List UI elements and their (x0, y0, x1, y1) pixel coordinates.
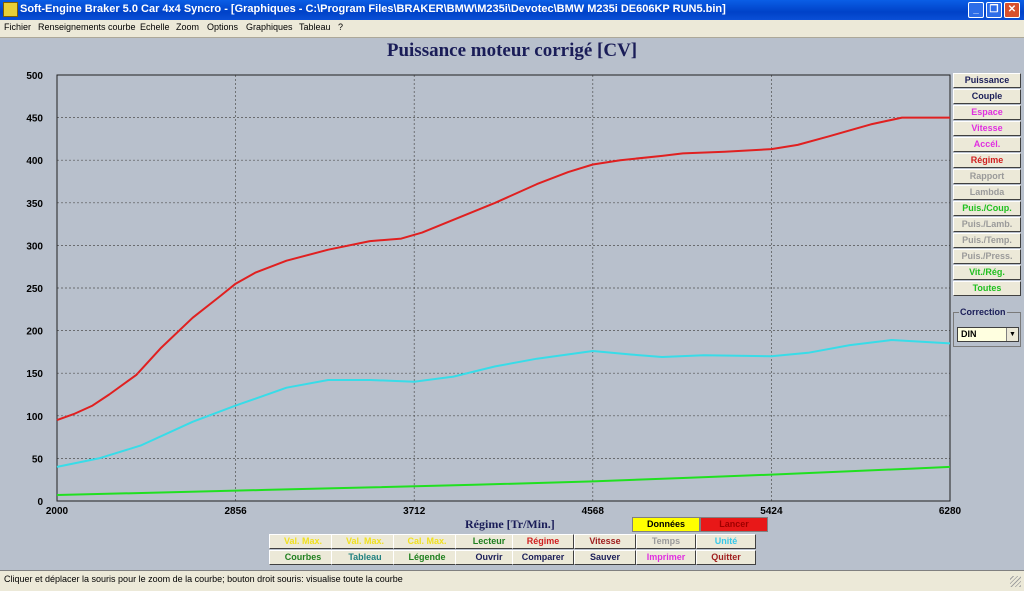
vitesse-button[interactable]: Vitesse (953, 121, 1021, 136)
rapport-button[interactable]: Rapport (953, 169, 1021, 184)
status-bar: Cliquer et déplacer la souris pour le zo… (0, 570, 1024, 591)
imprimer-button[interactable]: Imprimer (636, 550, 696, 565)
val-max-button-1[interactable]: Val. Max. (269, 534, 337, 549)
y-tick-label: 250 (26, 284, 43, 295)
x-tick-label: 2000 (46, 506, 69, 517)
regime-bottom-button[interactable]: Régime (512, 534, 574, 549)
menu-echelle[interactable]: Echelle (140, 22, 170, 32)
comparer-button[interactable]: Comparer (512, 550, 574, 565)
lancer-button[interactable]: Lancer (700, 517, 768, 532)
menu-help[interactable]: ? (338, 22, 343, 32)
application-window: Soft-Engine Braker 5.0 Car 4x4 Syncro - … (0, 0, 1024, 591)
y-tick-label: 50 (32, 454, 44, 465)
chevron-down-icon[interactable]: ▼ (1006, 328, 1018, 341)
vitesse-bottom-button[interactable]: Vitesse (574, 534, 636, 549)
vit-reg-button[interactable]: Vit./Rég. (953, 265, 1021, 280)
puis-temp-button[interactable]: Puis./Temp. (953, 233, 1021, 248)
courbes-button[interactable]: Courbes (269, 550, 337, 565)
window-title: Soft-Engine Braker 5.0 Car 4x4 Syncro - … (20, 3, 726, 15)
donnees-button[interactable]: Données (632, 517, 700, 532)
minimize-button[interactable]: _ (968, 2, 984, 18)
app-icon (3, 2, 18, 17)
correction-group: Correction DIN ▼ (953, 307, 1021, 347)
cal-max-button[interactable]: Cal. Max. (393, 534, 461, 549)
x-tick-label: 4568 (582, 506, 605, 517)
y-tick-label: 350 (26, 199, 43, 210)
y-tick-label: 300 (26, 241, 43, 252)
temps-button[interactable]: Temps (636, 534, 696, 549)
y-tick-label: 100 (26, 412, 43, 423)
menu-bar: Fichier Renseignements courbe Echelle Zo… (0, 20, 1024, 38)
title-bar[interactable]: Soft-Engine Braker 5.0 Car 4x4 Syncro - … (0, 0, 1024, 20)
tableau-button[interactable]: Tableau (331, 550, 399, 565)
x-tick-label: 3712 (403, 506, 426, 517)
y-tick-label: 150 (26, 369, 43, 380)
menu-tableau[interactable]: Tableau (299, 22, 331, 32)
power-chart[interactable]: 0 50 100 150 200 250 300 350 400 450 500 2000 2856 37… (0, 60, 1024, 520)
x-tick-label: 5424 (760, 506, 783, 517)
correction-value: DIN (961, 329, 977, 339)
series-line-1 (56, 339, 951, 468)
puis-coup-button[interactable]: Puis./Coup. (953, 201, 1021, 216)
y-tick-label: 0 (37, 497, 43, 508)
x-tick-label: 6280 (939, 506, 962, 517)
y-tick-label: 500 (26, 71, 43, 82)
quitter-button[interactable]: Quitter (696, 550, 756, 565)
lambda-button[interactable]: Lambda (953, 185, 1021, 200)
series-line-2 (56, 465, 951, 496)
menu-renseignements-courbe[interactable]: Renseignements courbe (38, 22, 136, 32)
status-text: Cliquer et déplacer la souris pour le zo… (4, 574, 403, 584)
menu-graphiques[interactable]: Graphiques (246, 22, 293, 32)
chart-title: Puissance moteur corrigé [CV] (386, 40, 638, 61)
sauver-button[interactable]: Sauver (574, 550, 636, 565)
legende-button[interactable]: Légende (393, 550, 461, 565)
chart-series (56, 116, 951, 496)
menu-zoom[interactable]: Zoom (176, 22, 199, 32)
val-max-button-2[interactable]: Val. Max. (331, 534, 399, 549)
correction-label: Correction (959, 307, 1007, 317)
y-tick-label: 450 (26, 114, 43, 125)
regime-button[interactable]: Régime (953, 153, 1021, 168)
espace-button[interactable]: Espace (953, 105, 1021, 120)
puissance-button[interactable]: Puissance (953, 73, 1021, 88)
x-tick-label: 2856 (224, 506, 247, 517)
correction-select[interactable]: DIN ▼ (957, 327, 1019, 342)
maximize-button[interactable]: ❐ (986, 2, 1002, 18)
puis-press-button[interactable]: Puis./Press. (953, 249, 1021, 264)
menu-options[interactable]: Options (207, 22, 238, 32)
close-button[interactable]: ✕ (1004, 2, 1020, 18)
toutes-button[interactable]: Toutes (953, 281, 1021, 296)
unite-button[interactable]: Unité (696, 534, 756, 549)
acceleration-button[interactable]: Accél. (953, 137, 1021, 152)
series-line-0 (56, 116, 950, 422)
couple-button[interactable]: Couple (953, 89, 1021, 104)
y-tick-label: 200 (26, 327, 43, 338)
menu-fichier[interactable]: Fichier (4, 22, 31, 32)
y-tick-label: 400 (26, 156, 43, 167)
resize-grip[interactable] (1010, 576, 1021, 587)
puis-lamb-button[interactable]: Puis./Lamb. (953, 217, 1021, 232)
x-axis-label: Régime [Tr/Min.] (465, 517, 555, 531)
